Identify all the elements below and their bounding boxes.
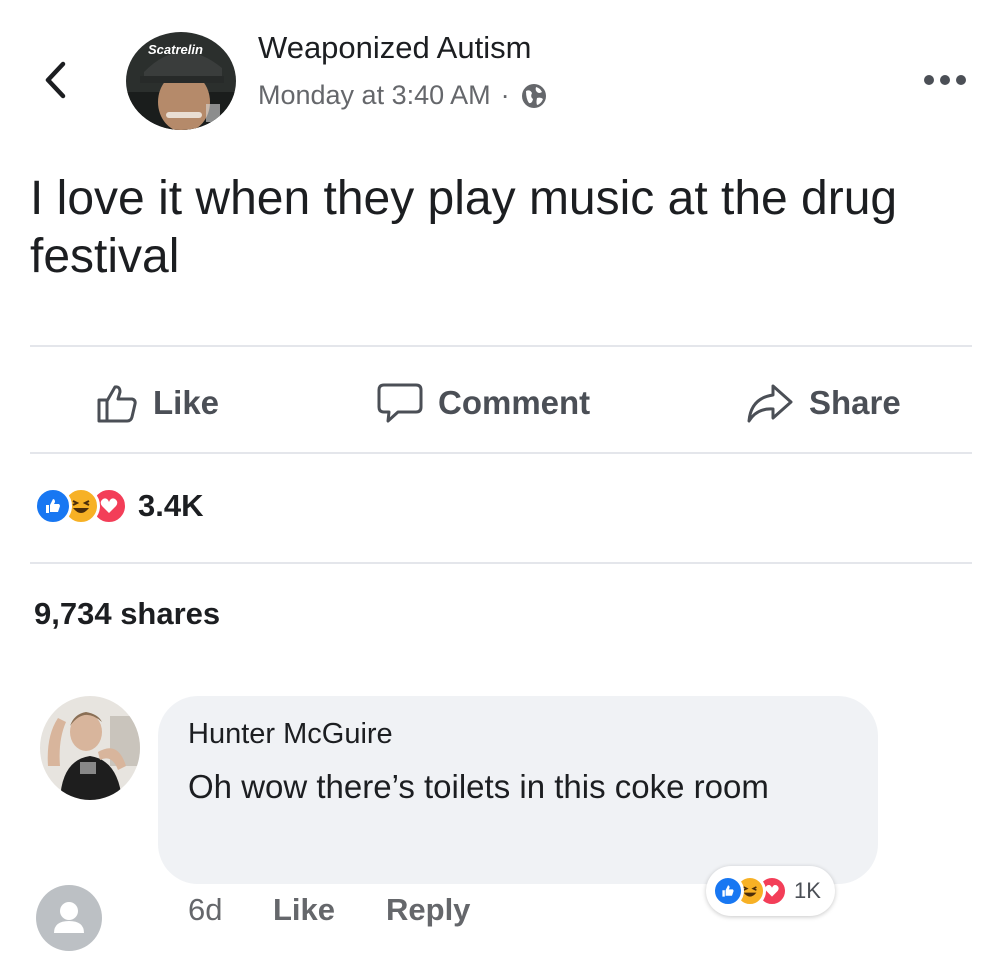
back-button[interactable]	[30, 50, 80, 110]
divider	[30, 345, 972, 347]
comment-label: Comment	[438, 384, 591, 421]
author-avatar[interactable]: Scatrelin	[126, 32, 236, 130]
comment-text: Oh wow there’s toilets in this coke room	[188, 768, 769, 805]
meta-separator: ·	[500, 80, 510, 110]
comment-button[interactable]: Comment	[376, 375, 590, 431]
comment-reaction-count: 1K	[794, 878, 821, 903]
like-reaction-icon	[34, 487, 72, 525]
comment-author-name[interactable]: Hunter McGuire	[188, 718, 393, 751]
shares-count[interactable]: 9,734 shares	[34, 596, 220, 632]
comment-like-button[interactable]: Like	[273, 886, 335, 934]
cap-text: Scatrelin	[148, 42, 203, 57]
chevron-left-icon	[45, 61, 66, 99]
post-timestamp[interactable]: Monday at 3:40 AM	[258, 80, 491, 111]
share-label: Share	[809, 384, 901, 421]
comment-icon	[377, 383, 423, 423]
reaction-count: 3.4K	[138, 488, 204, 523]
more-dot-icon	[940, 75, 950, 85]
user-silhouette-icon	[54, 902, 84, 933]
share-arrow-icon	[747, 384, 793, 423]
divider	[30, 452, 972, 454]
share-button[interactable]: Share	[745, 375, 901, 431]
post-text: I love it when they play music at the dr…	[30, 172, 898, 283]
commenter-avatar[interactable]	[40, 696, 140, 800]
comment-reactions[interactable]: 1K	[706, 866, 835, 916]
divider	[30, 562, 972, 564]
like-reaction-icon	[712, 875, 744, 907]
comment-reply-button[interactable]: Reply	[386, 886, 470, 934]
post-meta: Monday at 3:40 AM ·	[258, 80, 548, 111]
current-user-avatar	[36, 885, 102, 951]
post-author-name[interactable]: Weaponized Autism	[258, 30, 531, 66]
more-options-button[interactable]	[915, 62, 975, 98]
more-dot-icon	[924, 75, 934, 85]
globe-icon	[521, 83, 546, 108]
like-label: Like	[153, 384, 220, 421]
more-dot-icon	[956, 75, 966, 85]
comment-age[interactable]: 6d	[188, 886, 222, 934]
thumbs-up-icon	[97, 385, 137, 423]
reactions-summary[interactable]: 3.4K	[34, 484, 203, 528]
like-button[interactable]: Like	[95, 375, 219, 431]
